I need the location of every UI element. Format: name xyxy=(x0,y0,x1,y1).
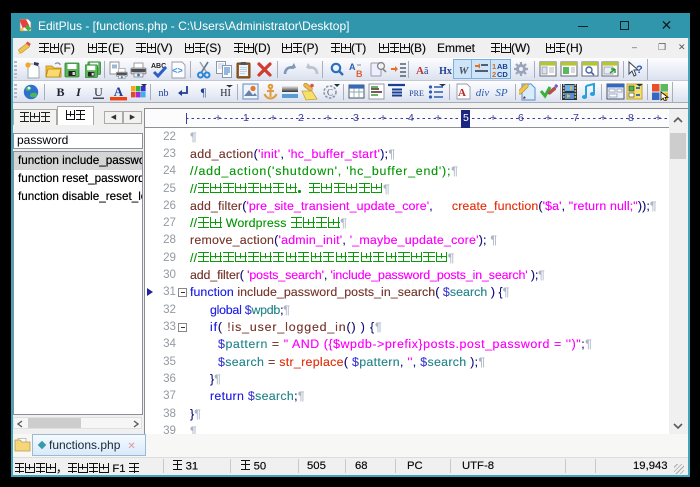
svg-text:ã: ã xyxy=(424,66,429,77)
svg-text:U: U xyxy=(94,85,103,99)
svg-text:A: A xyxy=(458,87,466,99)
svg-text:HI: HI xyxy=(220,88,231,99)
svg-text:I: I xyxy=(75,85,82,99)
svg-text:div: div xyxy=(476,87,490,99)
svg-text:2: 2 xyxy=(492,70,496,78)
svg-text:nb: nb xyxy=(159,88,169,99)
svg-text:W: W xyxy=(459,65,470,77)
svg-text:A: A xyxy=(416,65,424,77)
svg-text:?: ? xyxy=(636,64,643,76)
svg-text:Hx: Hx xyxy=(439,66,452,77)
svg-text:B: B xyxy=(56,85,64,99)
svg-text:PRE: PRE xyxy=(409,89,424,98)
svg-text:B: B xyxy=(356,69,363,78)
svg-text:<>: <> xyxy=(172,66,183,76)
svg-text:¶: ¶ xyxy=(201,85,207,99)
svg-text:C: C xyxy=(327,88,333,98)
svg-text:A: A xyxy=(349,62,356,72)
svg-text:A: A xyxy=(114,84,124,99)
svg-text:CD: CD xyxy=(497,70,508,78)
svg-text:SP: SP xyxy=(495,87,508,99)
